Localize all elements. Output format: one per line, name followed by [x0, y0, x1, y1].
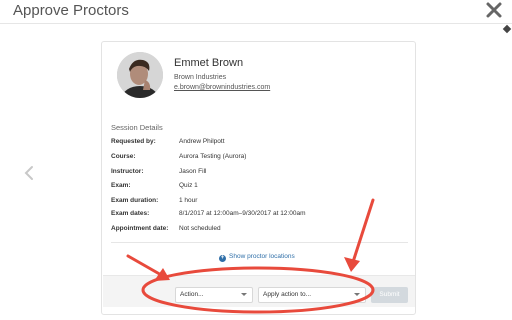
detail-value: 1 hour	[179, 197, 198, 204]
apply-select-value: Apply action to...	[263, 291, 312, 298]
detail-label: Requested by:	[111, 138, 156, 145]
show-locations-label: Show proctor locations	[229, 253, 295, 260]
detail-value: Quiz 1	[179, 182, 198, 189]
apply-action-select[interactable]: Apply action to...	[258, 287, 366, 303]
page-title: Approve Proctors	[13, 2, 129, 19]
chevron-left-icon[interactable]	[22, 164, 36, 182]
proctor-name: Emmet Brown	[174, 57, 244, 69]
approve-proctors-page: Approve Proctors Emmet Brown Brown Indus…	[0, 0, 512, 320]
detail-value: Not scheduled	[179, 225, 221, 232]
detail-value: 8/1/2017 at 12:00am–9/30/2017 at 12:00am	[179, 210, 306, 217]
proctor-card: Emmet Brown Brown Industries e.brown@bro…	[101, 41, 416, 315]
detail-label: Course:	[111, 153, 136, 160]
caret-down-icon	[354, 293, 360, 296]
detail-label: Exam dates:	[111, 210, 150, 217]
detail-value: Aurora Testing (Aurora)	[179, 153, 247, 160]
action-select-value: Action...	[180, 291, 204, 298]
corner-marker	[502, 24, 512, 34]
detail-label: Exam:	[111, 182, 131, 189]
close-icon[interactable]	[485, 1, 503, 19]
action-select[interactable]: Action...	[175, 287, 253, 303]
detail-label: Instructor:	[111, 168, 144, 175]
section-divider	[111, 242, 408, 243]
show-proctor-locations-link[interactable]: + Show proctor locations	[219, 253, 295, 262]
title-divider	[0, 23, 512, 24]
card-footer: Action... Apply action to... Submit	[103, 275, 415, 307]
detail-label: Appointment date:	[111, 225, 169, 232]
submit-button[interactable]: Submit	[371, 287, 408, 303]
avatar	[117, 52, 163, 98]
plus-circle-icon: +	[219, 255, 226, 262]
proctor-email-link[interactable]: e.brown@brownindustries.com	[174, 84, 270, 91]
detail-value: Andrew Philpott	[179, 138, 225, 145]
session-details-heading: Session Details	[111, 123, 163, 132]
detail-value: Jason Fill	[179, 168, 207, 175]
caret-down-icon	[241, 293, 247, 296]
proctor-organization: Brown Industries	[174, 74, 227, 81]
detail-label: Exam duration:	[111, 197, 159, 204]
avatar-portrait	[117, 52, 163, 98]
